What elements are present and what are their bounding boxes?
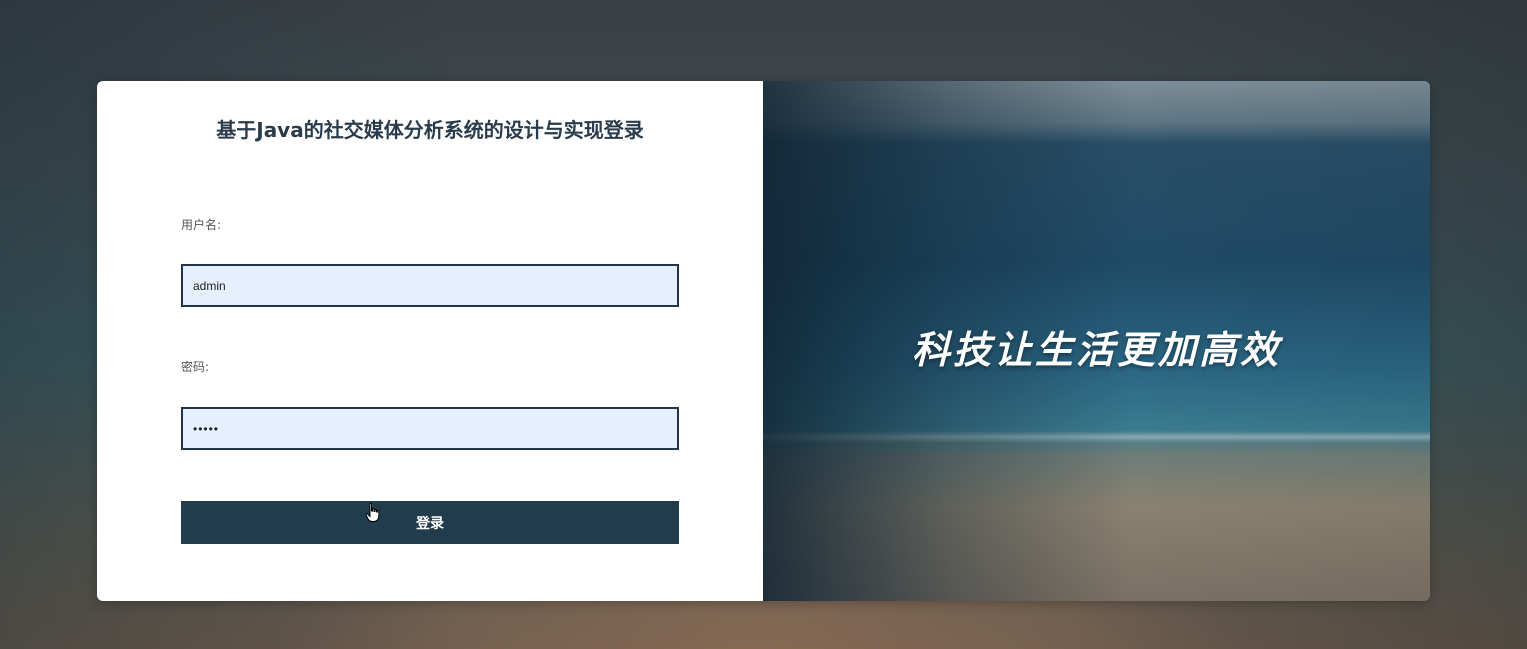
banner-slogan: 科技让生活更加高效 — [911, 328, 1281, 372]
password-label: 密码: — [181, 360, 210, 374]
login-form-panel: 基于Java的社交媒体分析系统的设计与实现登录 用户名: 密码: 登录 — [97, 81, 763, 601]
banner-panel: 科技让生活更加高效 — [763, 81, 1430, 601]
hand-cursor-icon — [365, 503, 380, 522]
password-input[interactable] — [181, 407, 679, 450]
username-label: 用户名: — [181, 218, 222, 232]
page-title: 基于Java的社交媒体分析系统的设计与实现登录 — [216, 118, 644, 142]
login-button[interactable]: 登录 — [181, 501, 679, 544]
login-card: 基于Java的社交媒体分析系统的设计与实现登录 用户名: 密码: 登录 科技让生… — [97, 81, 1430, 601]
username-input[interactable] — [181, 264, 679, 307]
